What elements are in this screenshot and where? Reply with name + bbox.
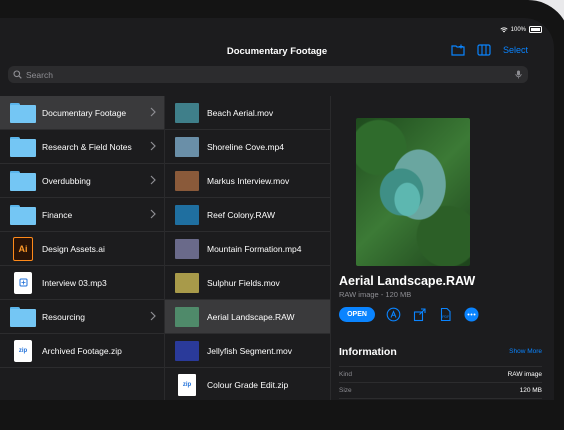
folder-icon (10, 136, 36, 157)
info-key: Size (339, 387, 352, 394)
file-name: Beach Aerial.mov (207, 107, 274, 118)
file-name: Shoreline Cove.mp4 (207, 141, 285, 152)
sidebar-item[interactable]: Ai Design Assets.ai (0, 232, 164, 266)
file-thumbnail (175, 170, 199, 191)
sidebar-item-label: Design Assets.ai (42, 243, 105, 254)
information-heading: Information (339, 346, 397, 358)
file-row[interactable]: Beach Aerial.mov (165, 96, 331, 130)
sidebar-item[interactable]: Research & Field Notes (0, 130, 164, 164)
sidebar-column: Documentary Footage Research & Field Note… (0, 96, 164, 400)
chevron-right-icon (150, 209, 156, 219)
detail-column: Aerial Landscape.RAW RAW image - 120 MB … (330, 96, 554, 400)
sidebar-item-thumb (10, 102, 36, 124)
battery-icon (529, 26, 542, 33)
file-row[interactable]: Reef Colony.RAW (165, 198, 331, 232)
sidebar-item-label: Overdubbing (42, 175, 91, 186)
file-row[interactable]: Mountain Formation.mp4 (165, 232, 331, 266)
search-bar[interactable]: Search (8, 66, 528, 83)
info-value: 120 MB (519, 387, 542, 394)
file-row[interactable]: Jellyfish Segment.mov (165, 334, 331, 368)
chevron-right-icon (150, 107, 156, 117)
file-thumbnail (175, 136, 199, 157)
file-thumbnail (175, 272, 199, 293)
file-row[interactable]: Sulphur Fields.mov (165, 266, 331, 300)
sidebar-item-label: Interview 03.mp3 (42, 277, 107, 288)
open-button[interactable]: OPEN (339, 307, 375, 322)
sidebar-item[interactable]: Interview 03.mp3 (0, 266, 164, 300)
sidebar-item-thumb: zip (10, 339, 36, 362)
file-list-column: Beach Aerial.mov Shoreline Cove.mp4 Markus… (164, 96, 331, 400)
microphone-icon[interactable] (515, 70, 522, 79)
status-bar: 100% (500, 26, 542, 33)
sidebar-item-thumb: Ai (10, 236, 36, 261)
sidebar-item[interactable]: Resourcing (0, 300, 164, 334)
file-thumbnail: zip (178, 373, 196, 396)
folder-icon (10, 170, 36, 191)
file-name: Aerial Landscape.RAW (207, 311, 295, 322)
file-name: Markus Interview.mov (207, 175, 290, 186)
select-button[interactable]: Select (503, 45, 528, 55)
file-row[interactable]: zip Colour Grade Edit.zip (165, 368, 331, 400)
file-name: Colour Grade Edit.zip (207, 379, 289, 390)
sidebar-item-label: Documentary Footage (42, 107, 127, 118)
chevron-right-icon (150, 141, 156, 151)
detail-file-meta: RAW image - 120 MB (339, 290, 412, 299)
info-value: RAW image (507, 371, 542, 378)
pdf-icon[interactable]: PDF (438, 307, 453, 322)
sidebar-item-label: Research & Field Notes (42, 141, 132, 152)
file-thumbnail (175, 238, 199, 259)
sidebar-item-thumb (10, 271, 36, 294)
search-input[interactable]: Search (26, 70, 515, 80)
folder-icon (10, 102, 36, 123)
file-name: Sulphur Fields.mov (207, 277, 280, 288)
file-name: Reef Colony.RAW (207, 209, 276, 220)
sidebar-item[interactable]: Documentary Footage (0, 96, 164, 130)
sidebar-item-thumb (10, 136, 36, 158)
chevron-right-icon (150, 311, 156, 321)
chevron-right-icon (150, 175, 156, 185)
new-folder-icon[interactable] (451, 44, 465, 56)
sidebar-item-thumb (10, 170, 36, 192)
markup-icon[interactable] (386, 307, 401, 322)
ai-file-icon: Ai (13, 236, 33, 261)
info-key: Kind (339, 371, 353, 378)
folder-icon (10, 204, 36, 225)
column-browser: Documentary Footage Research & Field Note… (0, 96, 554, 400)
sidebar-item[interactable]: zip Archived Footage.zip (0, 334, 164, 368)
sidebar-item-label: Archived Footage.zip (42, 345, 122, 356)
file-thumbnail (175, 102, 199, 123)
file-row[interactable]: Markus Interview.mov (165, 164, 331, 198)
sidebar-item-thumb (10, 306, 36, 328)
sidebar-item-label: Finance (42, 209, 73, 220)
file-row[interactable]: Shoreline Cove.mp4 (165, 130, 331, 164)
image-preview (356, 118, 470, 266)
sidebar-item[interactable]: Overdubbing (0, 164, 164, 198)
svg-text:PDF: PDF (442, 315, 449, 319)
detail-file-name: Aerial Landscape.RAW (339, 274, 476, 288)
file-row[interactable]: Aerial Landscape.RAW (165, 300, 331, 334)
sidebar-item[interactable]: Finance (0, 198, 164, 232)
folder-icon (10, 306, 36, 327)
detail-actions: OPEN PDF (339, 307, 479, 322)
audio-file-icon (14, 271, 32, 294)
search-icon (13, 70, 22, 79)
zip-file-icon: zip (14, 339, 32, 362)
info-row: Size 120 MB (339, 382, 542, 399)
sidebar-item-thumb (10, 204, 36, 226)
share-icon[interactable] (412, 307, 427, 322)
screen: 100% Documentary Footage Select Search D… (0, 18, 554, 400)
more-icon[interactable] (464, 307, 479, 322)
file-name: Jellyfish Segment.mov (207, 345, 293, 356)
toolbar: Select (451, 44, 528, 56)
wifi-icon (500, 26, 508, 32)
sidebar-item-label: Resourcing (42, 311, 85, 322)
file-name: Mountain Formation.mp4 (207, 243, 302, 254)
battery-percent: 100% (510, 26, 526, 33)
file-thumbnail (175, 306, 199, 327)
column-view-icon[interactable] (477, 44, 491, 56)
show-more-link[interactable]: Show More (509, 348, 542, 355)
file-thumbnail (175, 204, 199, 225)
file-thumbnail (175, 340, 199, 361)
info-row: Kind RAW image (339, 366, 542, 383)
